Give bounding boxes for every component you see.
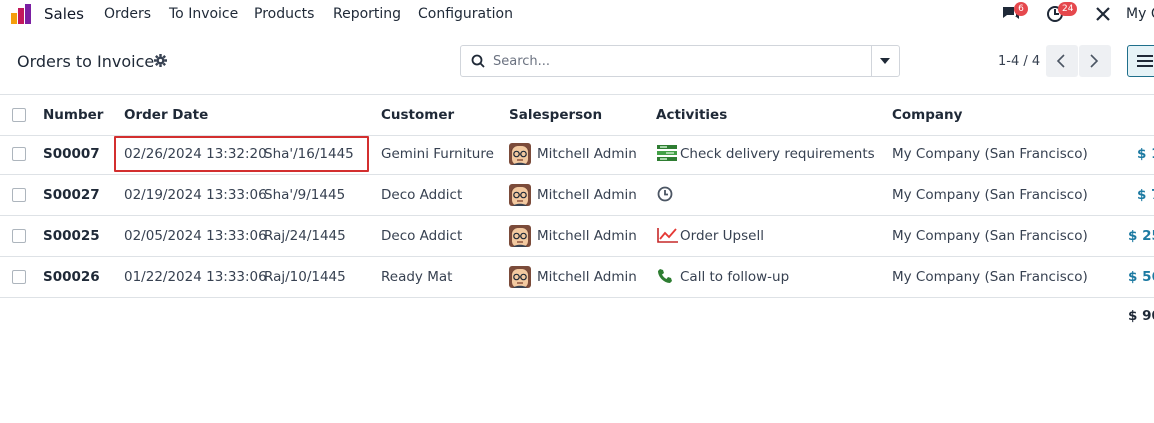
order-number: S00026 <box>43 269 100 285</box>
clock-icon[interactable] <box>657 186 673 206</box>
list-view-icon <box>1137 55 1153 67</box>
header-order-date[interactable]: Order Date <box>124 95 208 135</box>
order-date: 02/05/2024 13:33:06 <box>124 228 267 244</box>
avatar[interactable] <box>509 184 531 206</box>
customer-name: Ready Mat <box>381 269 453 285</box>
order-date: 01/22/2024 13:33:06 <box>124 269 267 285</box>
select-all-checkbox[interactable] <box>12 108 26 122</box>
amount-total-cell: $ 56 <box>1128 269 1154 285</box>
row-checkbox[interactable] <box>12 229 26 243</box>
page-title: Orders to Invoice <box>17 52 155 71</box>
amount-total-cell: $ 1 <box>1137 146 1154 162</box>
customer-name: Gemini Furniture <box>381 146 494 162</box>
order-date: 02/26/2024 13:32:20 <box>124 146 267 162</box>
row-checkbox[interactable] <box>12 188 26 202</box>
order-date-hijri: Sha'/16/1445 <box>264 146 354 162</box>
header-activities[interactable]: Activities <box>656 95 727 135</box>
search-divider <box>871 46 872 76</box>
pager-next-button[interactable] <box>1079 45 1111 77</box>
search-input[interactable] <box>493 52 863 70</box>
company-name: My Company (San Francisco) <box>892 146 1088 162</box>
control-panel: Orders to Invoice 1-4 / 4 <box>0 28 1154 94</box>
delivery-list-icon[interactable] <box>657 145 677 165</box>
table-row[interactable]: S00026 01/22/2024 13:33:06 Raj/10/1445 Read… <box>0 257 1154 298</box>
order-date-hijri: Raj/24/1445 <box>264 228 346 244</box>
trend-up-icon[interactable] <box>657 227 679 247</box>
salesperson-name: Mitchell Admin <box>537 269 637 285</box>
row-checkbox[interactable] <box>12 147 26 161</box>
order-date: 02/19/2024 13:33:06 <box>124 187 267 203</box>
table-row[interactable]: S00027 02/19/2024 13:33:06 Sha'/9/1445 Deco… <box>0 175 1154 216</box>
table-row[interactable]: S00007 02/26/2024 13:32:20 Sha'/16/1445 Gem… <box>0 134 1154 175</box>
amount-total-cell: $ 7 <box>1137 187 1154 203</box>
messages-badge: 6 <box>1014 2 1028 16</box>
amount-total: $ 90 <box>1128 308 1154 324</box>
list-view-button[interactable] <box>1127 45 1154 77</box>
row-checkbox[interactable] <box>12 270 26 284</box>
search-icon <box>471 54 485 68</box>
chevron-right-icon <box>1090 54 1099 68</box>
order-date-hijri: Sha'/9/1445 <box>264 187 346 203</box>
header-company[interactable]: Company <box>892 95 962 135</box>
menu-configuration[interactable]: Configuration <box>418 6 513 22</box>
avatar[interactable] <box>509 225 531 247</box>
order-number: S00007 <box>43 146 100 162</box>
menu-products[interactable]: Products <box>254 6 314 22</box>
sales-app-logo-icon[interactable] <box>11 4 35 24</box>
top-navbar: Sales Orders To Invoice Products Reporti… <box>0 0 1154 28</box>
company-name: My Company (San Francisco) <box>892 187 1088 203</box>
menu-reporting[interactable]: Reporting <box>333 6 401 22</box>
salesperson-name: Mitchell Admin <box>537 228 637 244</box>
salesperson-name: Mitchell Admin <box>537 146 637 162</box>
pager-value[interactable]: 1-4 / 4 <box>998 54 1040 69</box>
avatar[interactable] <box>509 143 531 165</box>
menu-orders[interactable]: Orders <box>104 6 151 22</box>
phone-icon[interactable] <box>657 268 673 288</box>
activity-summary[interactable]: Call to follow-up <box>680 257 789 297</box>
company-switcher[interactable]: My C <box>1126 6 1154 22</box>
activity-summary[interactable]: Order Upsell <box>680 216 764 256</box>
avatar[interactable] <box>509 266 531 288</box>
app-name[interactable]: Sales <box>44 5 84 23</box>
activity-summary[interactable]: Check delivery requirements <box>680 134 875 174</box>
chevron-down-icon[interactable] <box>880 58 890 64</box>
customer-name: Deco Addict <box>381 187 463 203</box>
order-date-hijri: Raj/10/1445 <box>264 269 346 285</box>
salesperson-name: Mitchell Admin <box>537 187 637 203</box>
order-number: S00025 <box>43 228 100 244</box>
chevron-left-icon <box>1056 54 1065 68</box>
tools-icon[interactable] <box>1095 6 1111 22</box>
pager-previous-button[interactable] <box>1046 45 1078 77</box>
company-name: My Company (San Francisco) <box>892 228 1088 244</box>
table-header: Number Order Date Customer Salesperson A… <box>0 94 1154 136</box>
activities-badge: 24 <box>1058 2 1078 16</box>
gear-icon[interactable] <box>154 54 167 67</box>
header-salesperson[interactable]: Salesperson <box>509 95 602 135</box>
search-bar <box>460 45 900 77</box>
header-customer[interactable]: Customer <box>381 95 454 135</box>
amount-total-cell: $ 25 <box>1128 228 1154 244</box>
table-row[interactable]: S00025 02/05/2024 13:33:06 Raj/24/1445 Deco… <box>0 216 1154 257</box>
company-name: My Company (San Francisco) <box>892 269 1088 285</box>
menu-to-invoice[interactable]: To Invoice <box>169 6 238 22</box>
header-number[interactable]: Number <box>43 95 103 135</box>
customer-name: Deco Addict <box>381 228 463 244</box>
order-number: S00027 <box>43 187 100 203</box>
